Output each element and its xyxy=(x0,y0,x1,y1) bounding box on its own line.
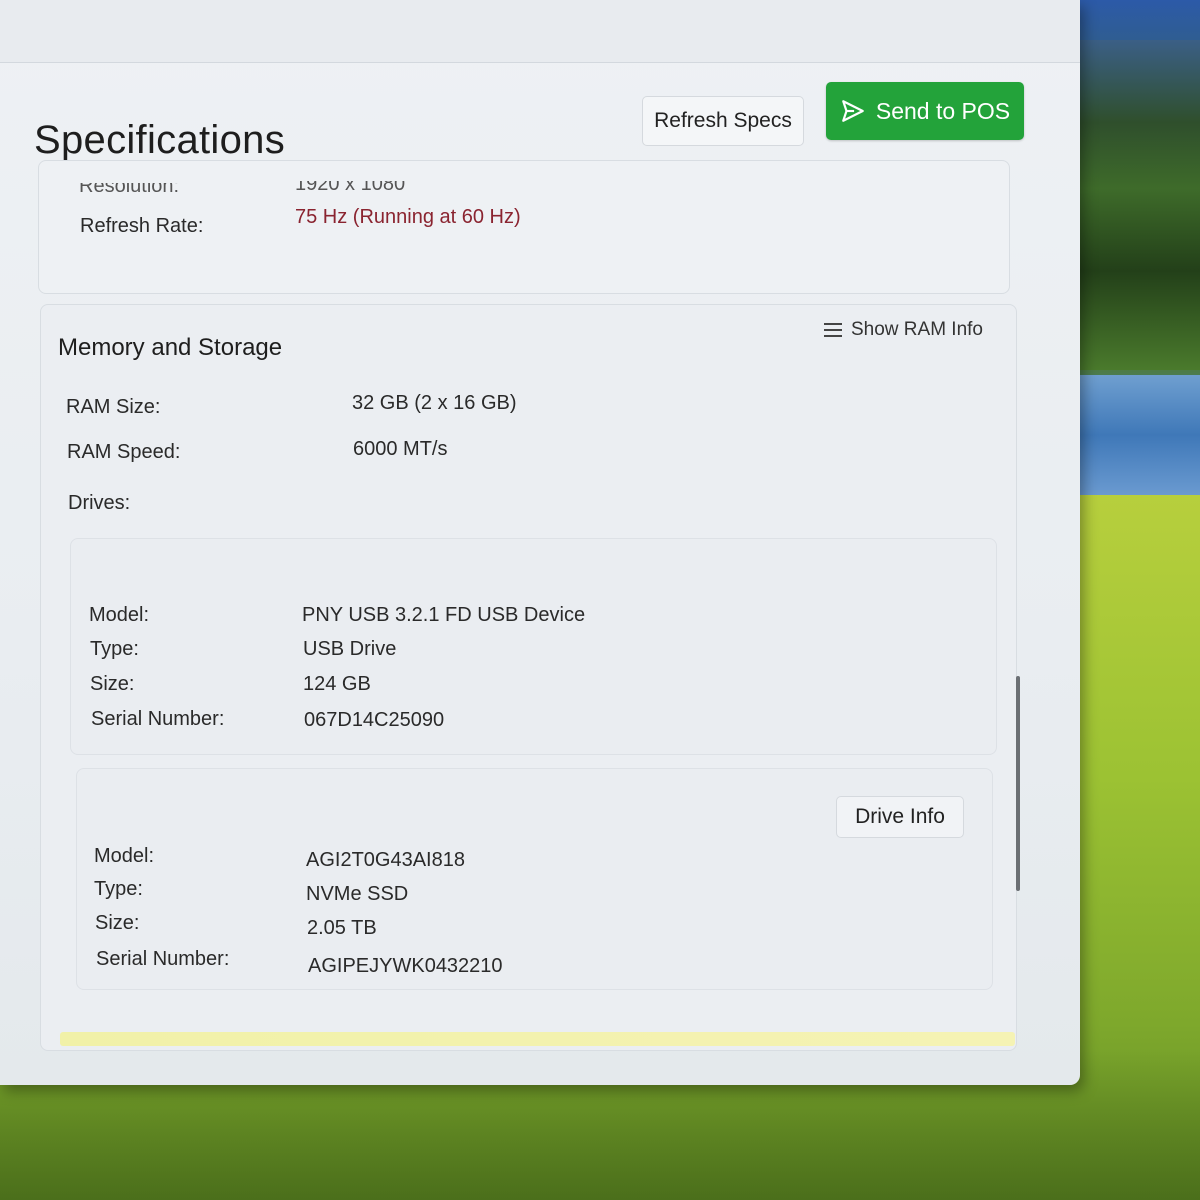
list-icon xyxy=(824,323,842,337)
wallpaper-lake xyxy=(1075,375,1200,495)
show-ram-info-button[interactable]: Show RAM Info xyxy=(815,314,991,346)
send-to-pos-button[interactable]: Send to POS xyxy=(826,82,1024,140)
ram-speed-label: RAM Speed: xyxy=(67,441,181,463)
drive-serial-label: Serial Number: xyxy=(96,948,230,970)
refresh-specs-button[interactable]: Refresh Specs xyxy=(642,96,804,146)
ram-speed-value: 6000 MT/s xyxy=(353,438,448,460)
drive-serial-label: Serial Number: xyxy=(91,708,225,730)
refresh-rate-label: Refresh Rate: xyxy=(80,215,204,237)
next-section-strip xyxy=(60,1032,1015,1046)
drive-size-value: 124 GB xyxy=(303,673,371,695)
drive-type-value: NVMe SSD xyxy=(306,883,409,905)
drives-label: Drives: xyxy=(68,492,131,514)
show-ram-info-label: Show RAM Info xyxy=(851,319,983,340)
refresh-rate-value: 75 Hz (Running at 60 Hz) xyxy=(295,206,521,228)
drive-info-button[interactable]: Drive Info xyxy=(836,796,964,838)
drive-model-label: Model: xyxy=(94,845,155,867)
drive-model-label: Model: xyxy=(89,604,150,626)
ram-size-label: RAM Size: xyxy=(66,396,161,418)
drive-size-value: 2.05 TB xyxy=(307,917,377,939)
scrollbar-thumb[interactable] xyxy=(1016,676,1020,891)
page-title: Specifications xyxy=(34,118,285,162)
app-window: Specifications Refresh Specs Send to POS… xyxy=(0,0,1080,1085)
drive-serial-value: 067D14C25090 xyxy=(304,709,445,731)
window-top-band xyxy=(0,0,1080,63)
ram-size-value: 32 GB (2 x 16 GB) xyxy=(352,392,517,414)
drive-serial-value: AGIPEJYWK0432210 xyxy=(308,955,503,977)
resolution-value: 1920 x 1080 xyxy=(295,173,406,195)
wallpaper-forest xyxy=(1075,40,1200,370)
drive-type-label: Type: xyxy=(90,638,139,660)
display-card: Resolution: 1920 x 1080 Refresh Rate: 75… xyxy=(38,160,1010,294)
drive-model-value: AGI2T0G43AI818 xyxy=(306,849,465,871)
send-icon xyxy=(842,100,864,122)
drive-model-value: PNY USB 3.2.1 FD USB Device xyxy=(302,604,586,626)
drive-size-label: Size: xyxy=(95,912,140,934)
send-to-pos-label: Send to POS xyxy=(875,97,1011,124)
drive-type-label: Type: xyxy=(94,878,143,900)
resolution-label: Resolution: xyxy=(79,175,180,197)
drive-size-label: Size: xyxy=(90,673,135,695)
memory-storage-title: Memory and Storage xyxy=(58,334,283,361)
drive-type-value: USB Drive xyxy=(303,638,397,660)
